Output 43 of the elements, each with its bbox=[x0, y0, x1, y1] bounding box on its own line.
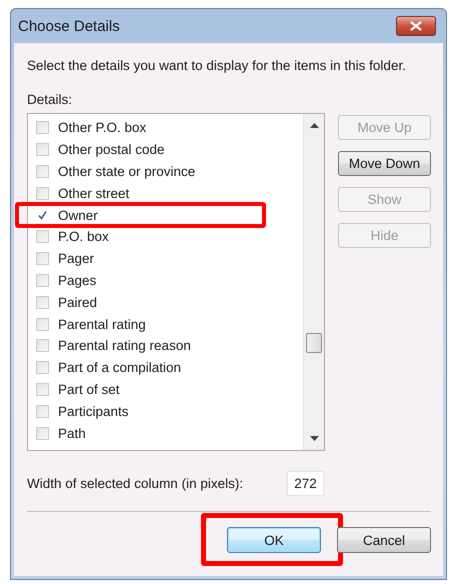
checkbox[interactable] bbox=[36, 404, 49, 418]
checkbox[interactable] bbox=[36, 164, 49, 178]
detail-item[interactable]: Other postal code bbox=[58, 142, 165, 158]
close-button[interactable] bbox=[396, 16, 436, 36]
checkbox[interactable] bbox=[36, 186, 49, 200]
checkbox[interactable] bbox=[36, 339, 49, 352]
detail-item[interactable]: Pager bbox=[58, 251, 94, 266]
dialog-button[interactable]: OK bbox=[227, 527, 321, 553]
detail-item[interactable]: Participants bbox=[58, 404, 129, 419]
detail-item[interactable]: Parental rating reason bbox=[58, 338, 191, 354]
detail-item[interactable]: P.O. box bbox=[58, 229, 109, 244]
detail-item[interactable]: Owner bbox=[58, 208, 98, 223]
checkbox[interactable] bbox=[36, 318, 49, 331]
scrollbar-thumb[interactable] bbox=[306, 333, 322, 353]
details-label: Details: bbox=[27, 92, 74, 107]
checkbox[interactable] bbox=[36, 382, 49, 396]
dialog-button[interactable]: Cancel bbox=[337, 527, 431, 553]
detail-item[interactable]: Path bbox=[58, 426, 86, 441]
detail-item[interactable]: Paired bbox=[58, 294, 98, 310]
checkbox[interactable] bbox=[36, 274, 49, 287]
list-action-button[interactable]: Move Down bbox=[338, 151, 431, 176]
column-width-label: Width of selected column (in pixels): bbox=[27, 476, 244, 491]
checkbox[interactable] bbox=[36, 230, 49, 244]
checkbox[interactable] bbox=[36, 426, 49, 440]
checkbox[interactable] bbox=[36, 361, 49, 374]
detail-item[interactable]: Part of a compilation bbox=[58, 360, 182, 376]
window-title: Choose Details bbox=[18, 18, 120, 34]
detail-item[interactable]: Other state or province bbox=[58, 164, 196, 179]
checkbox[interactable] bbox=[36, 121, 49, 134]
instruction-text: Select the details you want to display for the items in this folder. bbox=[27, 58, 407, 73]
checkbox[interactable] bbox=[36, 296, 49, 309]
detail-item[interactable]: Other P.O. box bbox=[58, 120, 146, 136]
scroll-up-icon[interactable] bbox=[310, 123, 318, 128]
detail-item[interactable]: Pages bbox=[58, 272, 96, 288]
scrollbar[interactable] bbox=[303, 114, 324, 450]
column-width-field[interactable]: 272 bbox=[287, 471, 324, 496]
checkbox[interactable] bbox=[36, 143, 49, 156]
detail-item[interactable]: Part of set bbox=[58, 382, 120, 397]
close-icon bbox=[410, 21, 422, 31]
detail-item[interactable]: Parental rating bbox=[58, 316, 146, 332]
detail-item[interactable]: Other street bbox=[58, 186, 130, 201]
scroll-down-icon[interactable] bbox=[310, 436, 318, 441]
checkbox[interactable] bbox=[36, 252, 49, 266]
